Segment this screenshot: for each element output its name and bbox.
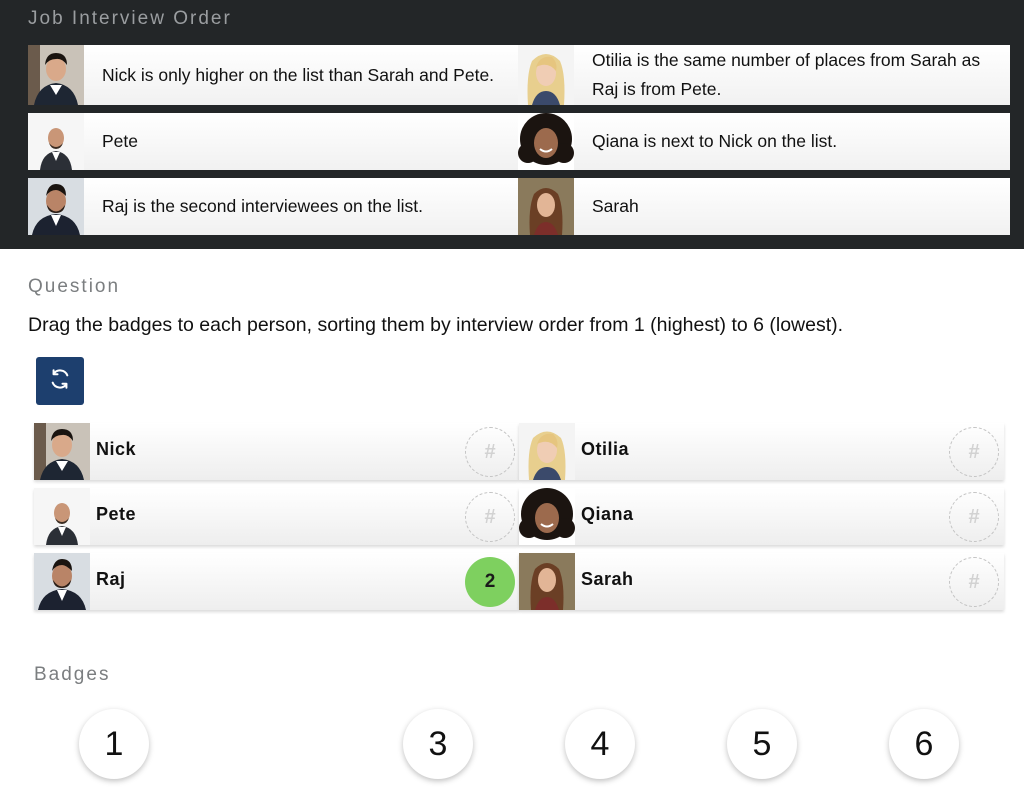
avatar-pete (28, 113, 84, 170)
person-row-nick: Nick # (34, 423, 519, 480)
clue-cell: Otilia is the same number of places from… (518, 45, 1010, 105)
avatar-nick (28, 45, 84, 105)
question-text: Drag the badges to each person, sorting … (28, 314, 844, 336)
clue-text: Nick is only higher on the list than Sar… (102, 64, 495, 85)
avatar-raj (28, 178, 84, 235)
avatar-sarah (519, 553, 575, 610)
badge-slot[interactable]: # (465, 492, 515, 542)
clue-cell: Sarah (518, 178, 1010, 235)
clue-cell: Raj is the second interviewees on the li… (28, 178, 518, 235)
placed-badge[interactable]: 2 (465, 557, 515, 607)
badge-4[interactable]: 4 (565, 709, 635, 779)
clue-text: Otilia is the same number of places from… (592, 50, 981, 99)
clue-text: Qiana is next to Nick on the list. (592, 131, 838, 151)
person-row-otilia: Otilia # (519, 423, 1004, 480)
avatar-otilia (518, 45, 574, 105)
person-row-qiana: Qiana # (519, 488, 1004, 545)
person-name: Sarah (581, 569, 634, 589)
person-row-raj: Raj 2 (34, 553, 519, 610)
badge-slot[interactable]: # (949, 492, 999, 542)
clue-cell: Pete (28, 113, 518, 170)
person-name: Otilia (581, 439, 630, 459)
clue-text: Pete (102, 131, 138, 151)
avatar-qiana (519, 488, 575, 545)
clue-text: Sarah (592, 196, 639, 216)
clue-panel: Job Interview Order Nick is only higher … (0, 0, 1024, 249)
avatar-raj (34, 553, 90, 610)
clue-panel-title: Job Interview Order (28, 8, 232, 29)
clue-row: Raj is the second interviewees on the li… (28, 178, 1010, 235)
person-name: Pete (96, 504, 137, 524)
question-label: Question (28, 276, 121, 297)
badge-slot[interactable]: # (949, 427, 999, 477)
person-row-sarah: Sarah # (519, 553, 1004, 610)
avatar-nick (34, 423, 90, 480)
person-name: Raj (96, 569, 126, 589)
badge-5[interactable]: 5 (727, 709, 797, 779)
avatar-pete (34, 488, 90, 545)
badge-6[interactable]: 6 (889, 709, 959, 779)
refresh-icon (49, 368, 71, 395)
badge-3[interactable]: 3 (403, 709, 473, 779)
avatar-otilia (519, 423, 575, 480)
avatar-sarah (518, 178, 574, 235)
avatar-qiana (518, 113, 574, 170)
badges-label: Badges (34, 664, 111, 685)
person-name: Nick (96, 439, 137, 459)
clue-row: Nick is only higher on the list than Sar… (28, 45, 1010, 105)
person-name: Qiana (581, 504, 634, 524)
badge-slot[interactable]: # (465, 427, 515, 477)
clue-cell: Nick is only higher on the list than Sar… (28, 45, 518, 105)
clue-text: Raj is the second interviewees on the li… (102, 196, 423, 216)
clue-row: Pete Qiana is next to Nick on the list. (28, 113, 1010, 170)
reset-button[interactable] (36, 357, 84, 405)
badge-slot[interactable]: # (949, 557, 999, 607)
person-row-pete: Pete # (34, 488, 519, 545)
clue-cell: Qiana is next to Nick on the list. (518, 113, 1010, 170)
badge-1[interactable]: 1 (79, 709, 149, 779)
